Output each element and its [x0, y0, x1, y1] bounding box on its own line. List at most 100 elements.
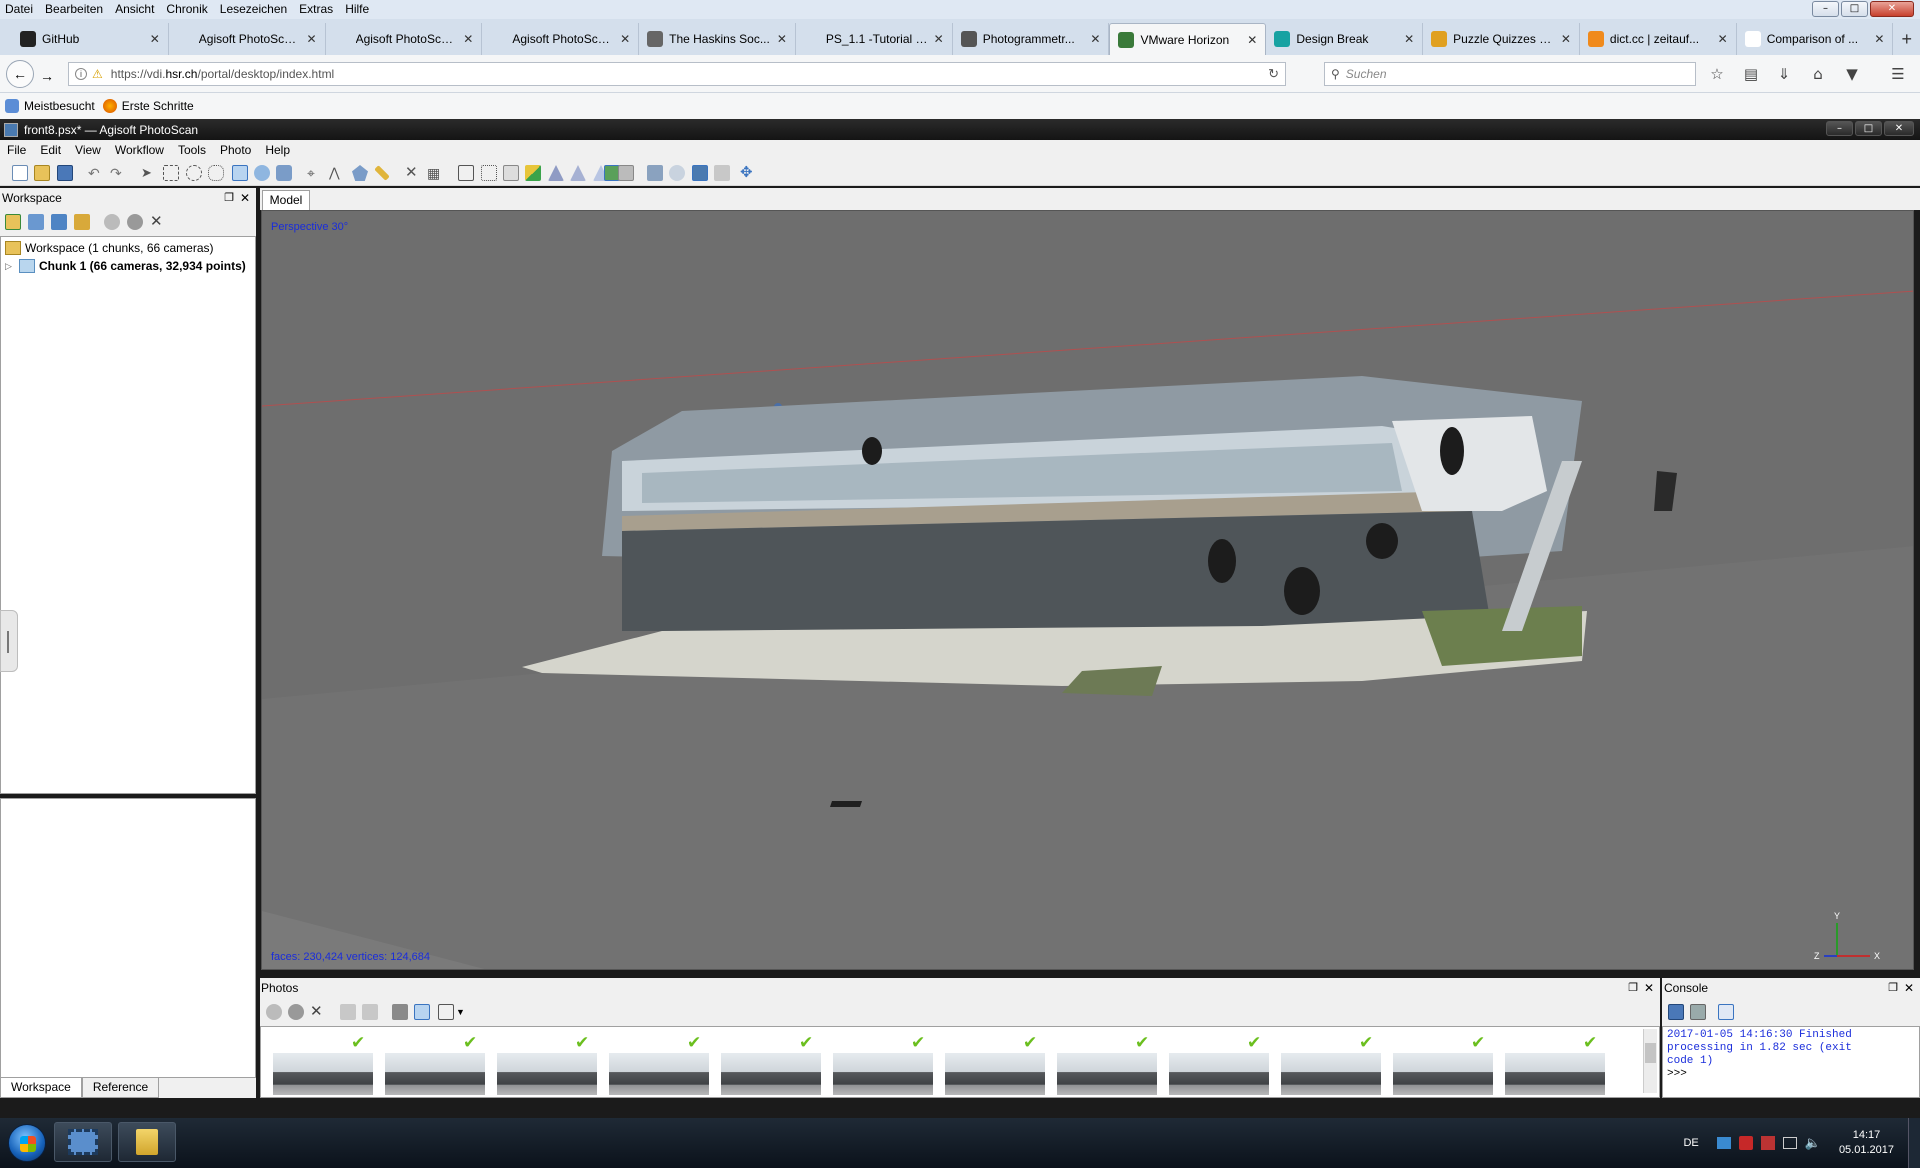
pocket-icon[interactable]: ▼	[1842, 65, 1862, 83]
browser-tab[interactable]: Agisoft PhotoScan U... ✕	[169, 23, 326, 55]
dropdown-arrow-icon[interactable]: ▼	[456, 1004, 472, 1020]
photo-thumbnail[interactable]	[1393, 1053, 1493, 1095]
dense-cloud-icon[interactable]	[548, 165, 564, 181]
draw-polygon-icon[interactable]	[352, 165, 368, 181]
shade-icon[interactable]	[669, 165, 685, 181]
free-form-selection-icon[interactable]	[208, 165, 224, 181]
tab-close-icon[interactable]: ✕	[1718, 32, 1728, 46]
show-cameras-icon[interactable]	[458, 165, 474, 181]
rectangle-selection-icon[interactable]	[163, 165, 179, 181]
start-button[interactable]	[8, 1124, 46, 1162]
photo-thumbnail[interactable]	[833, 1053, 933, 1095]
point-cloud-icon[interactable]	[525, 165, 541, 181]
photos-scrollbar[interactable]	[1643, 1029, 1657, 1093]
ruler-icon[interactable]	[374, 165, 390, 181]
star-icon[interactable]: ☆	[1707, 65, 1727, 83]
expand-arrow-icon[interactable]: ▷	[5, 261, 15, 272]
browser-tab[interactable]: Photogrammetr... ✕	[953, 23, 1110, 55]
menu-extras[interactable]: Extras	[293, 0, 339, 19]
vdi-side-handle[interactable]	[0, 610, 18, 672]
move-object-icon[interactable]	[232, 165, 248, 181]
tab-close-icon[interactable]: ✕	[620, 32, 630, 46]
tree-root-workspace[interactable]: Workspace (1 chunks, 66 cameras)	[5, 241, 214, 255]
model-viewport[interactable]: Perspective 30° Y X Z faces: 230,424 ver…	[261, 210, 1914, 970]
draw-polyline-icon[interactable]: ⋀	[329, 165, 345, 181]
resize-region-icon[interactable]	[276, 165, 292, 181]
menu-ansicht[interactable]: Ansicht	[109, 0, 160, 19]
speaker-icon[interactable]: 🔈	[1805, 1135, 1821, 1151]
close-panel-icon[interactable]: ✕	[1644, 978, 1654, 998]
monitor-icon[interactable]	[1782, 1137, 1797, 1149]
add-markers-icon[interactable]	[74, 214, 90, 230]
close-panel-icon[interactable]: ✕	[1904, 978, 1914, 998]
tab-close-icon[interactable]: ✕	[1090, 32, 1100, 46]
clear-log-icon[interactable]	[1690, 1004, 1706, 1020]
show-region-icon[interactable]	[503, 165, 519, 181]
browser-tab[interactable]: dict.cc | zeitauf... ✕	[1580, 23, 1737, 55]
menu-datei[interactable]: Datei	[0, 0, 39, 19]
reading-list-icon[interactable]: ▤	[1741, 65, 1761, 83]
menu-chronik[interactable]: Chronik	[160, 0, 213, 19]
ps-maximize-button[interactable]: □	[1855, 121, 1882, 136]
ps-menu-workflow[interactable]: Workflow	[108, 143, 171, 157]
float-panel-icon[interactable]: ❐	[1888, 978, 1898, 998]
download-icon[interactable]: ⇓	[1774, 65, 1794, 83]
tab-close-icon[interactable]: ✕	[1561, 32, 1571, 46]
photo-thumbnail[interactable]	[273, 1053, 373, 1095]
photo-thumbnail[interactable]	[497, 1053, 597, 1095]
tab-workspace[interactable]: Workspace	[0, 1078, 82, 1098]
browser-tab[interactable]: VMware Horizon ✕	[1109, 23, 1267, 55]
rotate-right-icon[interactable]	[362, 1004, 378, 1020]
show-desktop-button[interactable]	[1908, 1118, 1920, 1168]
tab-model[interactable]: Model	[262, 190, 310, 210]
ps-menu-help[interactable]: Help	[258, 143, 297, 157]
perspective-toggle-icon[interactable]	[692, 165, 708, 181]
ruler-point-icon[interactable]: ⌖	[307, 165, 323, 181]
enable-icon[interactable]	[104, 214, 120, 230]
maximize-button[interactable]: □	[1841, 1, 1868, 17]
back-button[interactable]: ←	[6, 60, 34, 88]
ps-close-button[interactable]: ✕	[1884, 121, 1914, 136]
reset-view-icon[interactable]	[647, 165, 663, 181]
bookmark-meistbesucht[interactable]: Meistbesucht	[5, 99, 95, 113]
add-chunk-icon[interactable]	[5, 214, 21, 230]
home-icon[interactable]: ⌂	[1808, 65, 1828, 83]
browser-tab[interactable]: GitHub ✕	[12, 23, 169, 55]
reset-filter-icon[interactable]	[392, 1004, 408, 1020]
ps-menu-edit[interactable]: Edit	[33, 143, 68, 157]
save-log-icon[interactable]	[1668, 1004, 1684, 1020]
new-project-icon[interactable]	[12, 165, 28, 181]
tab-close-icon[interactable]: ✕	[1874, 32, 1884, 46]
enable-cameras-icon[interactable]	[266, 1004, 282, 1020]
menu-hilfe[interactable]: Hilfe	[339, 0, 375, 19]
photo-thumbnail[interactable]	[1169, 1053, 1269, 1095]
hamburger-menu-icon[interactable]: ☰	[1888, 65, 1908, 83]
search-input[interactable]: ⚲ Suchen	[1324, 62, 1696, 86]
ps-menu-photo[interactable]: Photo	[213, 143, 258, 157]
tab-close-icon[interactable]: ✕	[307, 32, 317, 46]
browser-tab[interactable]: Design Break ✕	[1266, 23, 1424, 55]
save-icon[interactable]	[57, 165, 73, 181]
run-script-icon[interactable]	[1718, 1004, 1734, 1020]
tab-close-icon[interactable]: ✕	[463, 32, 473, 46]
close-panel-icon[interactable]: ✕	[240, 188, 250, 208]
disable-cameras-icon[interactable]	[288, 1004, 304, 1020]
rotate-object-icon[interactable]	[254, 165, 270, 181]
navigation-cursor-icon[interactable]: ➤	[141, 165, 157, 181]
browser-tab[interactable]: Agisoft PhotoScan U... ✕	[482, 23, 640, 55]
show-info-icon[interactable]	[714, 165, 730, 181]
photo-thumbnail[interactable]	[385, 1053, 485, 1095]
ps-menu-view[interactable]: View	[68, 143, 108, 157]
filter-by-selection-icon[interactable]	[414, 1004, 430, 1020]
circle-selection-icon[interactable]	[186, 165, 202, 181]
ps-minimize-button[interactable]: –	[1826, 121, 1853, 136]
tab-close-icon[interactable]: ✕	[150, 32, 160, 46]
add-photos-icon[interactable]	[28, 214, 44, 230]
navigate-icon[interactable]: ✥	[740, 165, 756, 181]
remove-items-icon[interactable]: ✕	[150, 214, 166, 230]
tree-item-chunk[interactable]: ▷ Chunk 1 (66 cameras, 32,934 points)	[5, 259, 246, 273]
language-indicator[interactable]: DE	[1683, 1137, 1698, 1149]
console-output[interactable]: 2017-01-05 14:16:30 Finished processing …	[1662, 1026, 1920, 1098]
float-panel-icon[interactable]: ❐	[1628, 978, 1638, 998]
tab-close-icon[interactable]: ✕	[934, 32, 944, 46]
